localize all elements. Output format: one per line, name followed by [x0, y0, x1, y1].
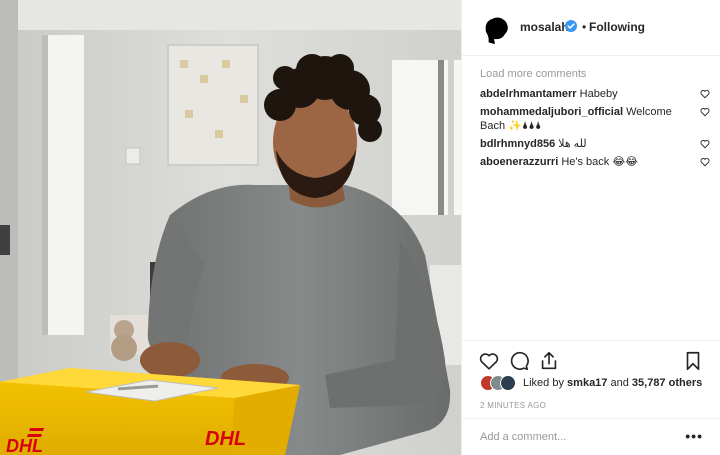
liker-username-link[interactable]: smka17 [567, 377, 607, 389]
share-icon[interactable] [538, 350, 560, 372]
load-more-comments-button[interactable]: Load more comments [480, 68, 718, 80]
comment-text: Habeby [579, 88, 618, 100]
comment-like-heart-icon[interactable] [700, 89, 710, 99]
avatar[interactable] [480, 12, 512, 44]
add-comment-input[interactable] [480, 429, 670, 445]
likes-prefix: Liked by [523, 377, 564, 389]
post-header: mosalah • Following [462, 0, 720, 56]
post-photo[interactable]: DHL DHL [0, 0, 461, 455]
comment-like-heart-icon[interactable] [700, 139, 710, 149]
comments-list: Load more comments abdelrhmantamerr Habe… [480, 68, 718, 173]
header-separator: • [582, 20, 587, 34]
add-comment-bar: ••• [462, 418, 720, 455]
likes-connector: and [610, 377, 629, 389]
comment-icon[interactable] [508, 350, 530, 372]
likes-text: Liked by smka17 and 35,787 others [523, 377, 702, 389]
post-action-bar [462, 340, 720, 380]
bookmark-icon[interactable] [682, 350, 704, 372]
more-options-button[interactable]: ••• [685, 429, 703, 443]
following-button[interactable]: Following [589, 20, 645, 34]
comment-item: abdelrhmantamerr Habeby [480, 87, 710, 101]
comment-item: mohammedaljubori_official Welcome Bach ✨… [480, 105, 710, 133]
comment-username[interactable]: mohammedaljubori_official [480, 106, 623, 118]
post-side-panel: mosalah • Following Load more comments a… [461, 0, 720, 455]
comment-username[interactable]: aboenerazzurri [480, 156, 558, 168]
comment-username[interactable]: abdelrhmantamerr [480, 88, 577, 100]
comment-item: bdlrhmnyd856 لله هلا [480, 137, 710, 151]
liker-avatar [500, 375, 516, 391]
comment-username[interactable]: bdlrhmnyd856 [480, 138, 555, 150]
comment-like-heart-icon[interactable] [700, 157, 710, 167]
box-dhl-logo: DHL [205, 428, 246, 450]
box-dhl-logo-side: DHL [6, 436, 43, 455]
comment-text: He's back 😂😂 [561, 156, 639, 168]
comment-like-heart-icon[interactable] [700, 107, 710, 117]
heart-icon[interactable] [478, 350, 500, 372]
comment-text: لله هلا [558, 138, 587, 150]
likes-others-link[interactable]: 35,787 others [632, 377, 702, 389]
comment-item: aboenerazzurri He's back 😂😂 [480, 155, 710, 169]
verified-badge-icon [565, 20, 577, 32]
post-timestamp[interactable]: 2 MINUTES AGO [480, 401, 546, 410]
liker-avatars[interactable] [480, 375, 520, 391]
username-link[interactable]: mosalah [520, 20, 569, 34]
